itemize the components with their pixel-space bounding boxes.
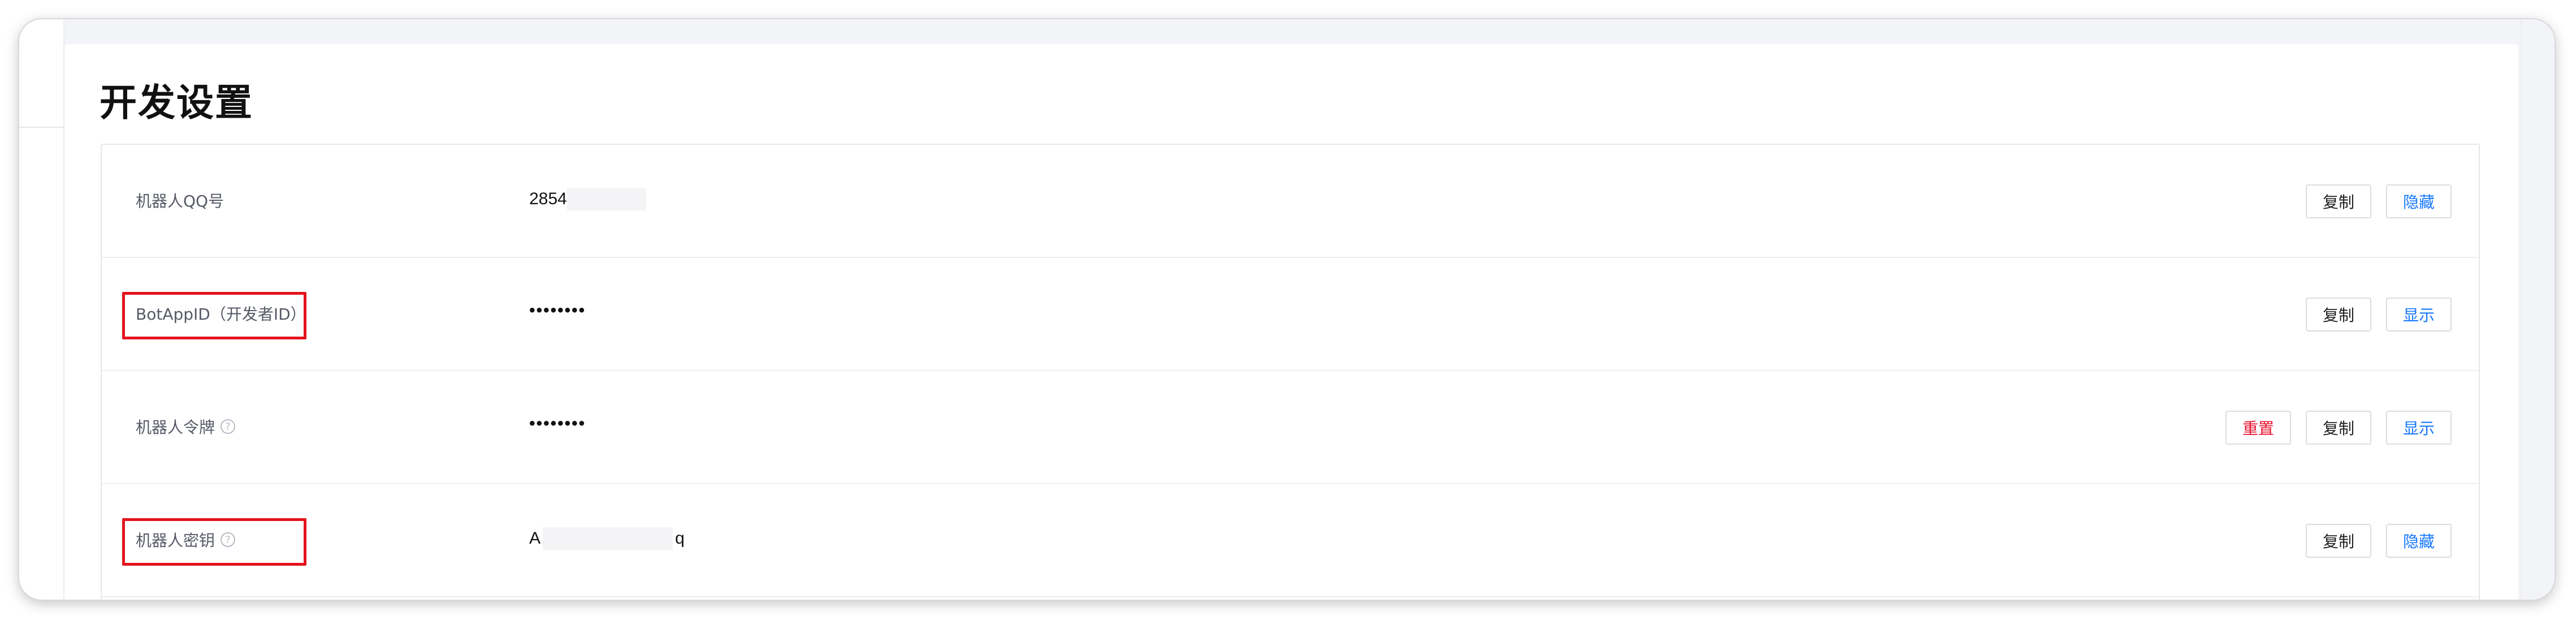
show-button[interactable]: 显示 bbox=[2386, 411, 2452, 445]
row-actions: 重置 复制 显示 bbox=[2225, 411, 2452, 445]
copy-button[interactable]: 复制 bbox=[2306, 184, 2371, 218]
row-bot-appid: BotAppID（开发者ID） •••••••• 复制 显示 bbox=[102, 258, 2479, 371]
token-value: •••••••• bbox=[529, 414, 586, 433]
row-label: 机器人QQ号 bbox=[136, 189, 224, 212]
row-actions: 复制 隐藏 bbox=[2306, 184, 2452, 218]
copy-button[interactable]: 复制 bbox=[2306, 524, 2371, 558]
copy-button[interactable]: 复制 bbox=[2306, 411, 2371, 445]
hide-button[interactable]: 隐藏 bbox=[2386, 184, 2452, 218]
row-bot-token: 机器人令牌 ? •••••••• 重置 复制 显示 bbox=[102, 371, 2479, 484]
sidebar-divider bbox=[19, 127, 64, 128]
settings-card: 开发设置 机器人QQ号 2854 复制 隐藏 BotAppID（开发者ID） •… bbox=[64, 44, 2518, 600]
row-label: BotAppID（开发者ID） bbox=[136, 302, 306, 325]
appid-value: •••••••• bbox=[529, 301, 586, 320]
help-icon[interactable]: ? bbox=[221, 532, 236, 547]
value-text: 2854 bbox=[529, 190, 567, 208]
help-icon[interactable]: ? bbox=[221, 419, 236, 434]
label-text: 机器人密钥 bbox=[136, 531, 215, 550]
copy-button[interactable]: 复制 bbox=[2306, 298, 2371, 331]
redacted-block bbox=[543, 527, 673, 550]
row-bot-qq: 机器人QQ号 2854 复制 隐藏 bbox=[102, 145, 2479, 258]
value-end: q bbox=[675, 529, 685, 548]
show-button[interactable]: 显示 bbox=[2386, 298, 2452, 331]
app-window: 开发设置 机器人QQ号 2854 复制 隐藏 BotAppID（开发者ID） •… bbox=[19, 19, 2555, 600]
left-sidebar-edge bbox=[19, 19, 64, 600]
page-title: 开发设置 bbox=[100, 81, 253, 124]
redacted-block bbox=[567, 188, 646, 210]
secret-value: A q bbox=[529, 527, 685, 550]
row-actions: 复制 隐藏 bbox=[2306, 524, 2452, 558]
label-text: 机器人令牌 bbox=[136, 418, 215, 437]
settings-panel: 机器人QQ号 2854 复制 隐藏 BotAppID（开发者ID） ••••••… bbox=[101, 144, 2480, 600]
hide-button[interactable]: 隐藏 bbox=[2386, 524, 2452, 558]
qq-number-value: 2854 bbox=[529, 188, 646, 210]
right-scroll-edge bbox=[2521, 19, 2555, 600]
row-actions: 复制 显示 bbox=[2306, 298, 2452, 331]
masked-value: •••••••• bbox=[529, 301, 586, 320]
row-label: 机器人密钥 ? bbox=[136, 528, 236, 551]
row-bot-secret: 机器人密钥 ? A q 复制 隐藏 bbox=[102, 484, 2479, 597]
label-text: 机器人QQ号 bbox=[136, 192, 224, 210]
masked-value: •••••••• bbox=[529, 414, 586, 433]
reset-button[interactable]: 重置 bbox=[2225, 411, 2291, 445]
label-text: BotAppID（开发者ID） bbox=[136, 305, 306, 324]
value-start: A bbox=[529, 529, 541, 548]
row-label: 机器人令牌 ? bbox=[136, 415, 236, 438]
